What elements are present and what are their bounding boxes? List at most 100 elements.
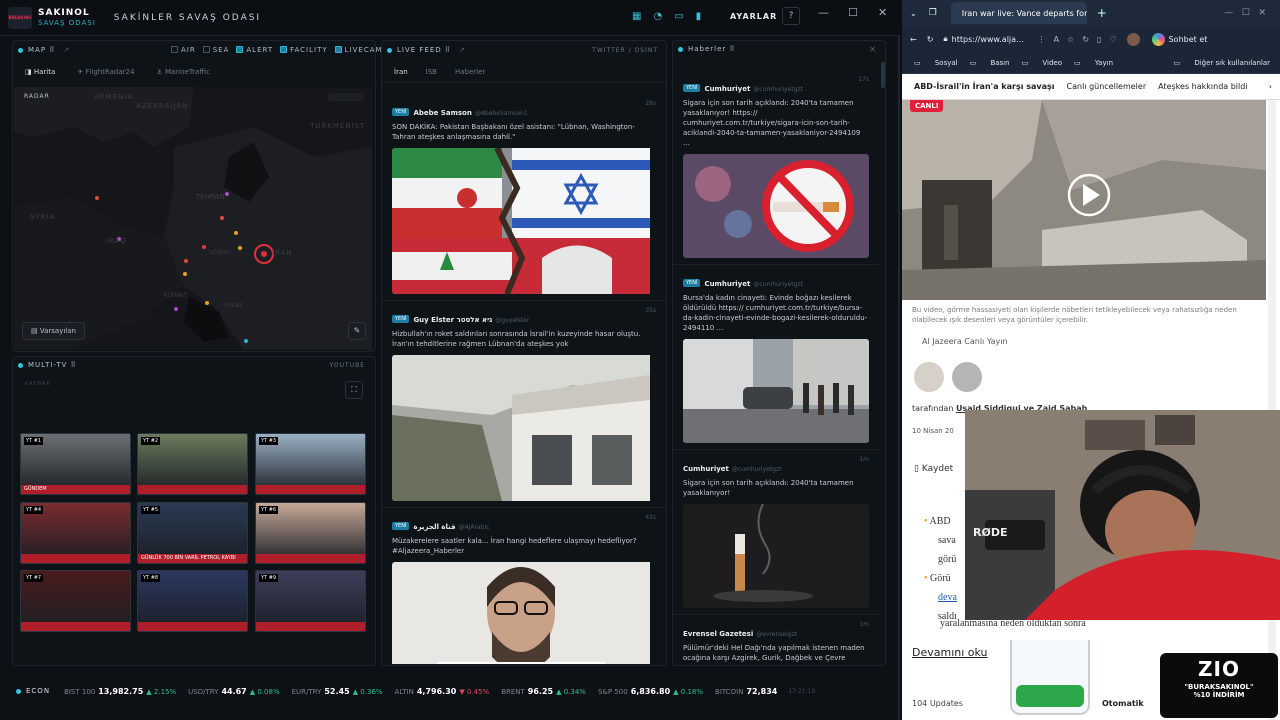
tab-haberler[interactable]: Haberler — [455, 68, 485, 76]
workspaces-icon[interactable]: ❐ — [929, 8, 937, 18]
minimize-icon[interactable]: — — [818, 6, 829, 19]
tv-icon[interactable]: ▭ — [674, 11, 683, 22]
post-handle: @AJArabic — [458, 524, 490, 531]
author-avatar[interactable] — [914, 362, 944, 392]
close-icon[interactable]: ✕ — [869, 45, 877, 54]
post-user[interactable]: Cumhuriyet — [683, 465, 729, 473]
checkbox[interactable] — [236, 46, 244, 53]
tv-tile[interactable]: YT #3 — [255, 433, 366, 495]
edit-icon[interactable]: ✎ — [348, 322, 366, 340]
popout-icon[interactable]: ↗ — [459, 46, 466, 54]
new-badge: YENİ — [683, 84, 701, 92]
tab-flightradar[interactable]: ✈ FlightRadar24 — [77, 68, 134, 76]
post-user[interactable]: Guy Elster גיא אלסטר — [413, 316, 492, 324]
feed-post[interactable]: YENİ قناة الجزيرة @AJArabic 42s Müzakerele… — [382, 508, 666, 664]
post-user[interactable]: Evrensel Gazetesi — [683, 630, 753, 638]
avatar[interactable] — [1126, 32, 1140, 46]
default-view-button[interactable]: ▤ Varsayılan — [22, 322, 85, 340]
filter-label: FACILITY — [290, 46, 328, 54]
multitv-source: YOUTUBE — [329, 361, 365, 369]
news-post[interactable]: Cumhuriyet @cumhuriyetgzt 1m Sigara için … — [673, 450, 879, 615]
post-user[interactable]: قناة الجزيرة — [413, 523, 455, 531]
maximize-icon[interactable]: ☐ — [848, 6, 858, 19]
rss-icon[interactable]: ◔ — [653, 11, 662, 22]
region-label: KUWAIT — [164, 292, 188, 299]
tv-tile[interactable]: YT #4 — [20, 502, 131, 564]
tv-tile[interactable]: YT #9 — [255, 570, 366, 632]
nav-war[interactable]: ABD-İsrail'in İran'a karşı savaşı — [914, 82, 1055, 91]
url-field[interactable]: https://www.alja... — [952, 35, 1024, 44]
tv-tile[interactable]: YT #8 — [137, 570, 248, 632]
save-button[interactable]: ▯ Kaydet — [914, 464, 953, 474]
read-more-link[interactable]: Devamını oku — [912, 646, 988, 659]
bullet-link[interactable]: deva — [924, 588, 957, 607]
nav-live[interactable]: Canlı güncellemeler — [1067, 82, 1147, 91]
tv-tile[interactable]: YT #6 — [255, 502, 366, 564]
tab-label: FlightRadar24 — [85, 68, 135, 76]
bookmark-video[interactable]: ▭ Video — [1022, 59, 1062, 67]
tv-tile[interactable]: YT #7 — [20, 570, 131, 632]
other-bookmarks[interactable]: ▭ Diğer sık kullanılanlar — [1173, 59, 1270, 67]
tab-iran[interactable]: İran — [394, 68, 408, 76]
filter-facility[interactable]: FACILITY — [280, 46, 328, 54]
post-image[interactable] — [392, 562, 656, 664]
bookmark-sosyal[interactable]: ▭ Sosyal — [914, 59, 958, 67]
post-user[interactable]: Cumhuriyet — [704, 85, 750, 93]
chart-icon[interactable]: ▮ — [696, 11, 702, 22]
nav-ceasefire[interactable]: Ateşkes hakkında bildi — [1158, 82, 1247, 91]
tab-menu-icon[interactable]: ⌄ — [910, 9, 917, 18]
post-image[interactable] — [683, 504, 869, 608]
toolbar-icons[interactable]: ⋮A☆↻▯♡ — [1038, 35, 1125, 44]
filter-livecam[interactable]: LIVECAM — [334, 46, 383, 54]
bookmark-yayin[interactable]: ▭ Yayın — [1074, 59, 1113, 67]
tv-tile[interactable]: YT #2 — [137, 433, 248, 495]
settings-button[interactable]: AYARLAR — [730, 12, 777, 21]
author-avatar[interactable] — [952, 362, 982, 392]
auto-update-toggle[interactable]: Otomatik — [1102, 699, 1144, 708]
popout-icon[interactable]: ↗ — [63, 46, 70, 54]
video-source[interactable]: Al Jazeera Canlı Yayın — [922, 337, 1008, 346]
chat-button[interactable]: Sohbet et — [1169, 35, 1208, 44]
post-image[interactable] — [392, 148, 656, 294]
radar-map[interactable]: RADAR ARMENIA AZERBAIJAN TURKMENIST TEHR… — [14, 87, 372, 350]
checkbox[interactable] — [171, 46, 178, 53]
post-user[interactable]: Cumhuriyet — [704, 280, 750, 288]
post-user[interactable]: Abebe Samson — [413, 109, 471, 117]
post-image[interactable] — [392, 355, 656, 501]
map-icon[interactable]: ▦ — [632, 11, 641, 22]
post-text: Sigara için son tarih açıklandı: 2040'ta… — [683, 479, 854, 497]
fullscreen-icon[interactable]: ⛶ — [345, 381, 363, 399]
tab-isb[interactable]: İSB — [426, 68, 437, 76]
browser-tab[interactable]: Iran war live: Vance departs for tal ✕ — [950, 2, 1087, 24]
filter-sea[interactable]: SEA — [202, 46, 230, 54]
feed-post[interactable]: YENİ Abebe Samson @AbebeSamson1 28s SON DA… — [382, 94, 666, 301]
checkbox[interactable] — [202, 46, 210, 53]
checkbox[interactable] — [280, 46, 288, 53]
tab-marinetraffic[interactable]: ⚓ MarineTraffic — [156, 68, 209, 76]
tv-tile[interactable]: YT #5 GÜNLÜK 700 BİN VARİL PETROL KAYBI — [137, 502, 248, 564]
video-player[interactable]: CANLI — [902, 100, 1266, 300]
chevron-right-icon[interactable]: › — [1269, 82, 1272, 91]
help-button[interactable]: ? — [782, 7, 800, 25]
post-image[interactable] — [683, 154, 869, 258]
filter-alert[interactable]: ALERT — [236, 46, 273, 54]
post-image[interactable] — [683, 339, 869, 443]
tv-tile[interactable]: YT #1 GÜNDEM — [20, 433, 131, 495]
filter-air[interactable]: AIR — [171, 46, 196, 54]
window-controls[interactable]: — ☐ ✕ — [1224, 8, 1266, 18]
tab-harita[interactable]: ◨ Harita — [25, 68, 55, 76]
bookmark-basin[interactable]: ▭ Basın — [970, 59, 1010, 67]
ticker-time: 17:21:18 — [788, 687, 816, 695]
scrollbar[interactable] — [881, 62, 885, 88]
multitv-header: MULTI-TV ⠿ — [28, 361, 77, 369]
news-post[interactable]: Evrensel Gazetesi @evrenselgzt 1m Pülümür… — [673, 615, 879, 664]
copilot-icon[interactable] — [1151, 32, 1165, 46]
close-icon[interactable]: ✕ — [878, 6, 887, 19]
news-post[interactable]: YENİ Cumhuriyet @cumhuriyetgzt Bursa'da ka… — [673, 265, 879, 450]
new-tab-icon[interactable]: + — [1097, 6, 1107, 20]
news-post[interactable]: YENİ Cumhuriyet @cumhuriyetgzt 17s Sigara … — [673, 70, 879, 265]
refresh-icon[interactable]: ↻ — [927, 35, 934, 44]
feed-post[interactable]: YENİ Guy Elster גיא אלסטר @guyelster 35s H… — [382, 301, 666, 508]
back-icon[interactable]: ← — [910, 35, 917, 44]
checkbox[interactable] — [334, 46, 342, 53]
